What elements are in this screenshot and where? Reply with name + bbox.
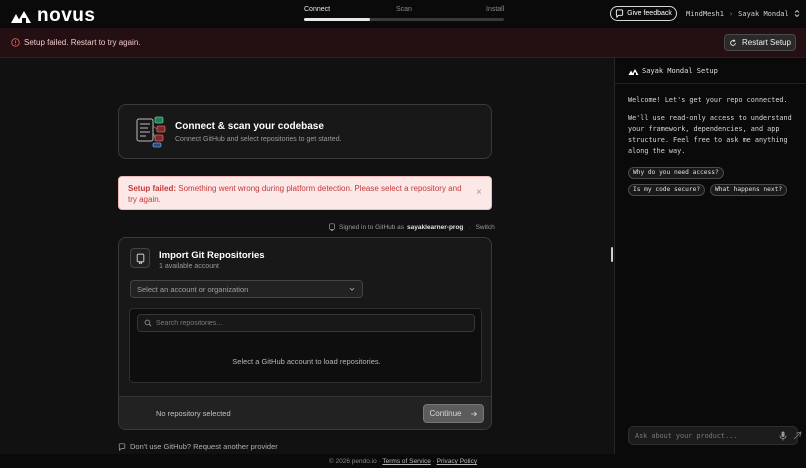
signed-in-separator: · — [468, 223, 471, 231]
codebase-scan-icon — [136, 116, 166, 148]
setup-stepper: Connect Scan Install — [304, 6, 504, 22]
top-bar: novus Connect Scan Install Give feedback… — [0, 0, 806, 28]
switch-account-link[interactable]: Switch — [476, 224, 495, 231]
suggestion-chip-access[interactable]: Why do you need access? — [628, 167, 724, 179]
account-select-placeholder: Select an account or organization — [137, 285, 249, 294]
breadcrumb-separator: › — [728, 9, 734, 18]
repo-icon-box — [130, 248, 150, 268]
page-footer: © 2026 pendo.io · Terms of Service · Pri… — [0, 454, 806, 468]
chat-bubble-icon — [118, 442, 126, 451]
panel-resize-handle[interactable] — [611, 247, 613, 262]
setup-error-alert: Setup failed: Something went wrong durin… — [118, 176, 492, 210]
step-scan[interactable]: Scan — [396, 6, 412, 13]
footer-separator: · — [378, 458, 381, 465]
progress-fill — [304, 18, 370, 21]
chat-bubble-icon — [616, 9, 624, 18]
account-select[interactable]: Select an account or organization — [130, 280, 363, 298]
signed-in-prefix: Signed in to GitHub as — [339, 223, 405, 231]
import-card-subtitle: 1 available account — [159, 263, 219, 270]
privacy-policy-link[interactable]: Privacy Policy — [437, 458, 477, 465]
chat-message: We'll use read-only access to understand… — [628, 114, 792, 155]
connect-card-title: Connect & scan your codebase — [175, 121, 324, 132]
connect-card: Connect & scan your codebase Connect Git… — [118, 104, 492, 159]
give-feedback-label: Give feedback — [627, 10, 672, 17]
arrow-right-icon — [470, 411, 477, 416]
request-provider-label: Don't use GitHub? Request another provid… — [130, 442, 278, 451]
refresh-icon — [730, 38, 736, 46]
restart-setup-label: Restart Setup — [742, 38, 791, 47]
give-feedback-button[interactable]: Give feedback — [610, 6, 677, 21]
app-name: novus — [37, 5, 96, 26]
import-repositories-card: Import Git Repositories 1 available acco… — [118, 237, 492, 430]
repo-empty-message: Select a GitHub account to load reposito… — [232, 357, 381, 366]
import-card-title: Import Git Repositories — [159, 250, 265, 261]
continue-button[interactable]: Continue — [423, 404, 484, 423]
search-repositories-input[interactable] — [156, 317, 466, 330]
github-username: sayaklearner-prog — [407, 223, 464, 231]
breadcrumb-workspace[interactable]: MindMesh1 — [686, 10, 724, 18]
step-install[interactable]: Install — [486, 6, 504, 13]
chat-input-box — [628, 426, 802, 445]
chevron-down-icon — [349, 287, 355, 291]
banner-message: Setup failed. Restart to try again. — [24, 38, 141, 47]
search-icon — [144, 319, 152, 327]
chat-input[interactable] — [635, 430, 760, 442]
progress-track — [304, 18, 504, 21]
request-provider-link[interactable]: Don't use GitHub? Request another provid… — [118, 442, 278, 451]
suggestion-chip-security[interactable]: Is my code secure? — [628, 184, 706, 196]
suggestion-chip-next[interactable]: What happens next? — [710, 184, 788, 196]
chat-message: Welcome! Let's get your repo connected. — [628, 96, 788, 104]
alert-message: Something went wrong during platform det… — [128, 184, 462, 204]
novus-logo-icon — [628, 69, 639, 75]
send-icon[interactable] — [793, 431, 802, 440]
selection-status: No repository selected — [156, 409, 231, 418]
assistant-chat-panel: Sayak Mondal Setup Welcome! Let's get yo… — [614, 58, 806, 454]
github-signed-in-status: Signed in to GitHub as sayaklearner-prog… — [328, 223, 495, 231]
repository-icon — [329, 223, 335, 231]
repository-list-panel: Select a GitHub account to load reposito… — [129, 308, 482, 383]
app-logo[interactable]: novus — [11, 5, 95, 27]
chevron-updown-icon[interactable] — [794, 9, 800, 18]
footer-copyright: © 2026 pendo.io — [328, 458, 377, 465]
breadcrumb: MindMesh1 › Sayak Mondal — [686, 9, 800, 18]
restart-setup-button[interactable]: Restart Setup — [724, 34, 796, 51]
novus-logo-icon — [11, 11, 31, 23]
repository-icon — [136, 253, 144, 264]
repo-search-box — [137, 314, 475, 332]
error-banner: Setup failed. Restart to try again. Rest… — [0, 28, 806, 58]
alert-prefix: Setup failed: — [128, 184, 177, 193]
alert-circle-icon — [11, 38, 20, 47]
step-connect[interactable]: Connect — [304, 6, 330, 13]
connect-card-subtitle: Connect GitHub and select repositories t… — [175, 136, 342, 143]
chat-header: Sayak Mondal Setup — [615, 58, 806, 84]
alert-text: Setup failed: Something went wrong durin… — [128, 183, 468, 205]
import-card-footer: No repository selected Continue — [119, 396, 491, 429]
continue-label: Continue — [429, 409, 462, 418]
footer-separator: · — [432, 458, 435, 465]
microphone-icon[interactable] — [779, 431, 787, 441]
breadcrumb-user[interactable]: Sayak Mondal — [738, 10, 789, 18]
chat-title: Sayak Mondal Setup — [642, 67, 718, 75]
close-icon[interactable]: × — [476, 187, 482, 198]
terms-of-service-link[interactable]: Terms of Service — [382, 458, 430, 465]
